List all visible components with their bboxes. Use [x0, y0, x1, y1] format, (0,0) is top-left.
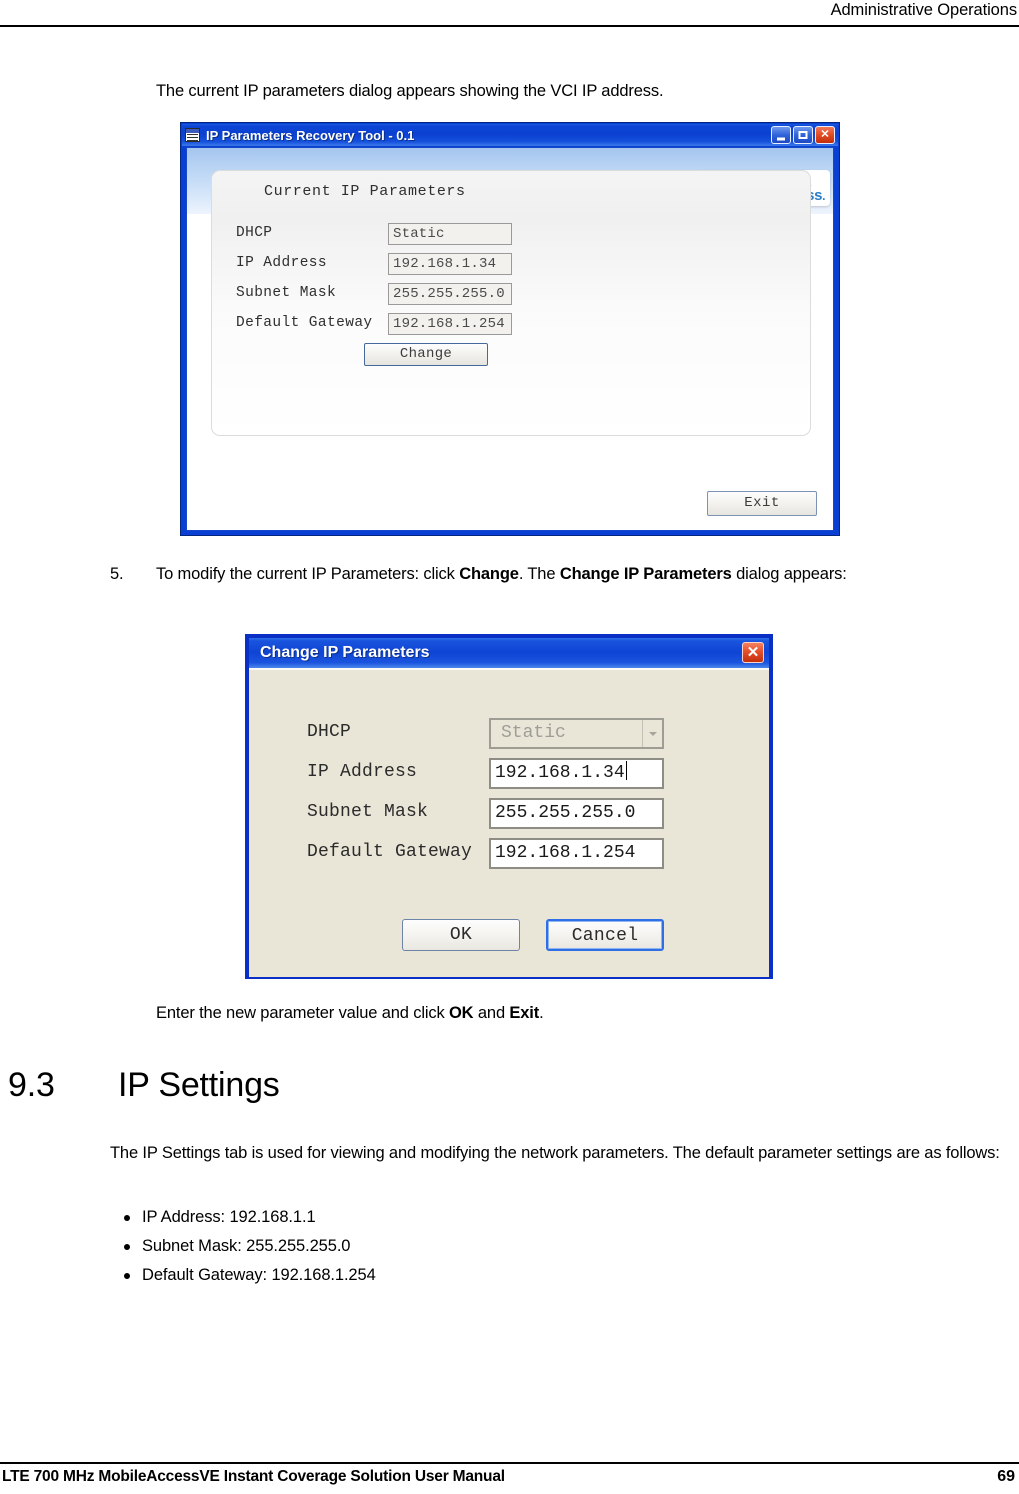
running-header-title: Administrative Operations [830, 1, 1018, 19]
close-button[interactable]: ✕ [815, 126, 835, 144]
after-dialog-paragraph: Enter the new parameter value and click … [156, 1000, 916, 1026]
page-number: 69 [997, 1468, 1015, 1485]
ip-parameters-recovery-tool-window[interactable]: IP Parameters Recovery Tool - 0.1 ✕ mobi… [180, 122, 840, 536]
dialog-titlebar[interactable]: Change IP Parameters ✕ [249, 638, 769, 668]
default-gateway-label: Default Gateway [236, 315, 373, 331]
bullet-icon [124, 1272, 130, 1279]
text-caret [625, 761, 627, 780]
page-header: Administrative Operations [0, 0, 1019, 30]
dialog-close-button[interactable]: ✕ [742, 642, 764, 663]
after-bold-ok: OK [449, 1004, 474, 1022]
dialog-dhcp-label: DHCP [307, 722, 352, 742]
list-item: Subnet Mask: 255.255.255.0 [110, 1232, 710, 1261]
default-gateway-value[interactable]: 192.168.1.254 [388, 313, 512, 335]
default-gateway-input[interactable]: 192.168.1.254 [489, 838, 664, 869]
exit-button[interactable]: Exit [707, 491, 817, 516]
intro-paragraph: The current IP parameters dialog appears… [156, 82, 664, 100]
list-item: Default Gateway: 192.168.1.254 [110, 1261, 710, 1290]
step-text-part3: dialog appears: [731, 565, 847, 583]
section-number: 9.3 [8, 1066, 55, 1104]
field-row-default-gateway: Default Gateway 192.168.1.254 [236, 313, 796, 335]
footer-divider [0, 1462, 1019, 1464]
window-controls[interactable]: ✕ [771, 126, 835, 144]
after-text-part1: Enter the new parameter value and click [156, 1004, 449, 1022]
list-item-label: IP Address: 192.168.1.1 [142, 1208, 316, 1226]
dhcp-select-value: Static [501, 723, 566, 743]
app-icon [185, 128, 200, 142]
cancel-button[interactable]: Cancel [546, 919, 664, 951]
window-title: IP Parameters Recovery Tool - 0.1 [206, 127, 415, 143]
list-item-label: Default Gateway: 192.168.1.254 [142, 1266, 376, 1284]
logo-word-dot: . [822, 189, 825, 203]
dialog-row-ip-address: IP Address 192.168.1.34 [249, 758, 769, 789]
field-row-ip-address: IP Address 192.168.1.34 [236, 253, 796, 275]
step-5: 5. To modify the current IP Parameters: … [110, 560, 1019, 589]
step-text: To modify the current IP Parameters: cli… [156, 560, 1019, 589]
close-icon: ✕ [820, 128, 830, 141]
ip-address-input-value: 192.168.1.34 [495, 763, 625, 783]
change-button[interactable]: Change [364, 343, 488, 366]
list-item: IP Address: 192.168.1.1 [110, 1203, 710, 1232]
field-row-subnet-mask: Subnet Mask 255.255.255.0 [236, 283, 796, 305]
window-titlebar[interactable]: IP Parameters Recovery Tool - 0.1 ✕ [182, 124, 838, 146]
after-text-part2: and [473, 1004, 510, 1022]
step-text-part1: To modify the current IP Parameters: cli… [156, 565, 460, 583]
footer-title: LTE 700 MHz MobileAccessVE Instant Cover… [2, 1468, 505, 1485]
dialog-row-default-gateway: Default Gateway 192.168.1.254 [249, 838, 769, 869]
maximize-icon [798, 131, 808, 139]
subnet-mask-input-value: 255.255.255.0 [495, 803, 636, 823]
change-ip-parameters-dialog[interactable]: Change IP Parameters ✕ DHCP Static IP Ad… [245, 634, 773, 979]
minimize-icon [777, 137, 785, 141]
dialog-ip-address-label: IP Address [307, 762, 418, 782]
after-text-part3: . [539, 1004, 544, 1022]
section-title: IP Settings [118, 1066, 280, 1104]
dhcp-value[interactable]: Static [388, 223, 512, 245]
subnet-mask-input[interactable]: 255.255.255.0 [489, 798, 664, 829]
step-bold-change: Change [459, 565, 519, 583]
minimize-button[interactable] [771, 126, 791, 144]
subnet-mask-value[interactable]: 255.255.255.0 [388, 283, 512, 305]
dialog-row-subnet-mask: Subnet Mask 255.255.255.0 [249, 798, 769, 829]
current-ip-parameters-panel: Current IP Parameters DHCP Static IP Add… [211, 170, 811, 436]
dialog-button-row: OK Cancel [249, 919, 769, 951]
ip-address-input[interactable]: 192.168.1.34 [489, 758, 664, 789]
ip-address-label: IP Address [236, 255, 328, 271]
window-client-area: mobileaccess. Current IP Parameters DHCP… [186, 147, 834, 531]
step-text-part2: . The [518, 565, 560, 583]
dhcp-label: DHCP [236, 225, 273, 241]
header-divider [0, 25, 1019, 27]
subnet-mask-label: Subnet Mask [236, 285, 337, 301]
default-settings-list: IP Address: 192.168.1.1 Subnet Mask: 255… [110, 1203, 710, 1290]
field-row-dhcp: DHCP Static [236, 223, 796, 245]
bullet-icon [124, 1243, 130, 1250]
dialog-body: DHCP Static IP Address 192.168.1.34 Subn… [249, 668, 769, 977]
default-gateway-input-value: 192.168.1.254 [495, 843, 636, 863]
dialog-title: Change IP Parameters [260, 644, 430, 661]
section-paragraph: The IP Settings tab is used for viewing … [110, 1144, 1000, 1162]
panel-title: Current IP Parameters [264, 183, 466, 200]
after-bold-exit: Exit [509, 1004, 540, 1022]
dialog-subnet-mask-label: Subnet Mask [307, 802, 429, 822]
dialog-default-gateway-label: Default Gateway [307, 842, 473, 862]
chevron-down-icon [642, 720, 662, 747]
dhcp-select[interactable]: Static [489, 718, 664, 749]
ip-address-value[interactable]: 192.168.1.34 [388, 253, 512, 275]
step-number: 5. [110, 565, 124, 583]
maximize-button[interactable] [793, 126, 813, 144]
step-bold-dialog-name: Change IP Parameters [559, 565, 732, 583]
ok-button[interactable]: OK [402, 919, 520, 951]
dialog-row-dhcp: DHCP Static [249, 718, 769, 749]
list-item-label: Subnet Mask: 255.255.255.0 [142, 1237, 351, 1255]
bullet-icon [124, 1214, 130, 1221]
